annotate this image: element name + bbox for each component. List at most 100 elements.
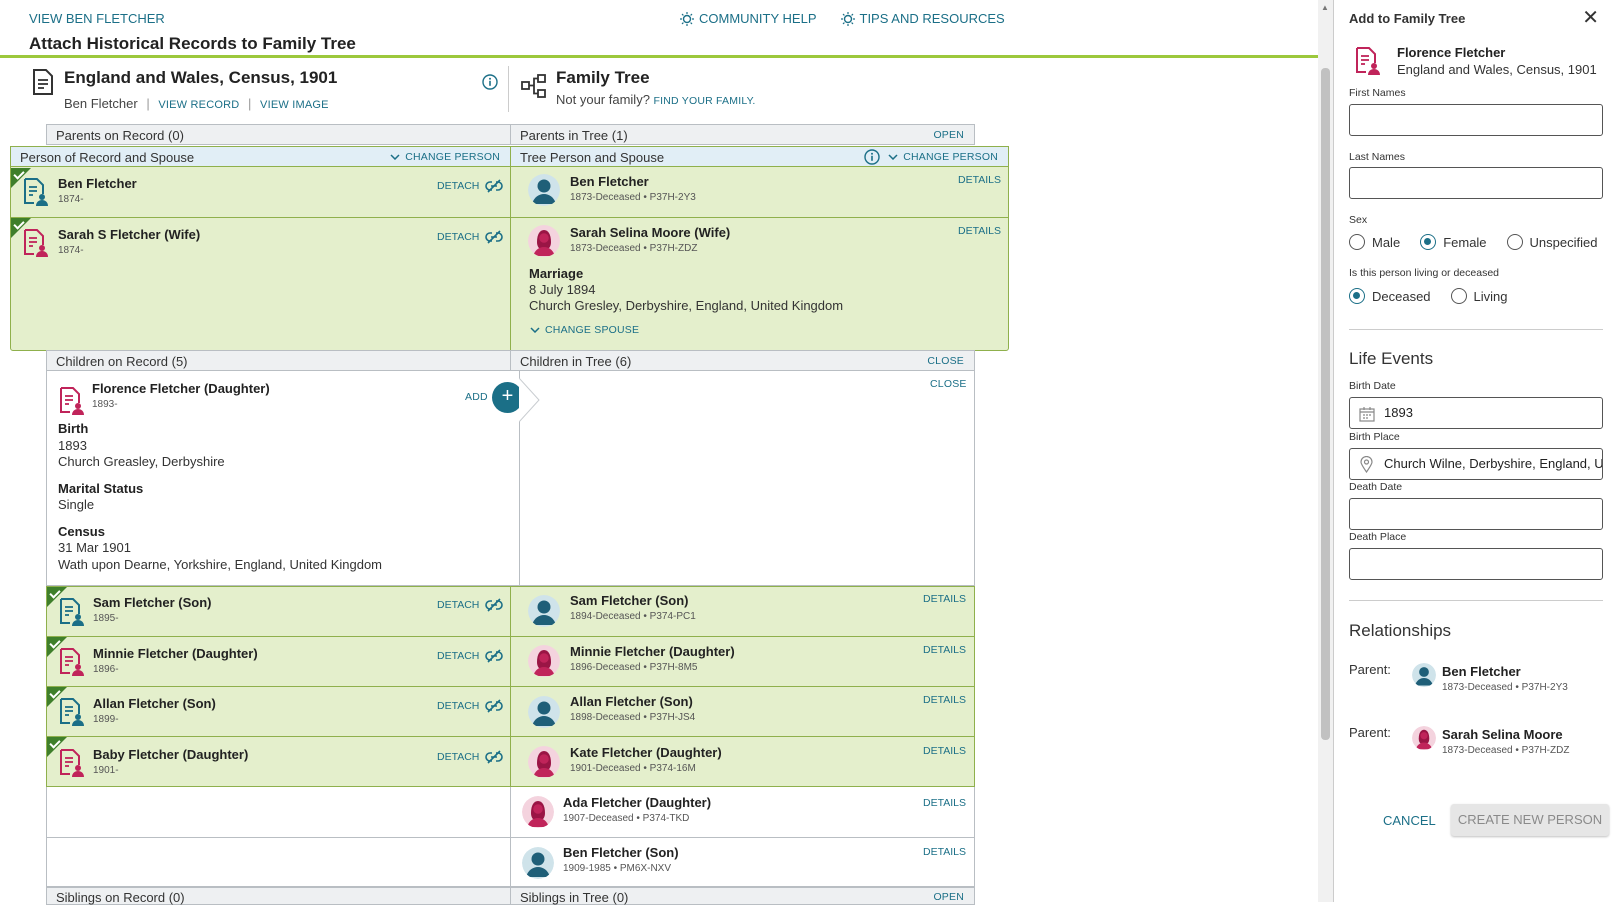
child-name: Sam Fletcher (Son)	[570, 593, 689, 608]
sex-unspecified-radio[interactable]: Unspecified	[1506, 234, 1597, 250]
record-child-row[interactable]: Baby Fletcher (Daughter) 1901-	[93, 747, 248, 776]
chevron-down-icon	[888, 154, 898, 160]
detach-button[interactable]: DETACH	[437, 179, 503, 193]
record-female-icon	[1354, 47, 1380, 75]
person-dates: 1893-	[92, 399, 118, 410]
sex-female-radio[interactable]: Female	[1420, 234, 1487, 250]
create-new-person-button[interactable]: CREATE NEW PERSON	[1451, 804, 1609, 836]
change-person-record-button[interactable]: CHANGE PERSON	[390, 151, 500, 163]
detach-button[interactable]: DETACH	[437, 750, 503, 764]
details-button[interactable]: DETAILS	[923, 644, 966, 656]
record-child-row[interactable]: Sam Fletcher (Son) 1895-	[93, 595, 211, 624]
child-dates: 1896-Deceased • P37H-8M5	[570, 662, 698, 673]
detach-label: DETACH	[437, 180, 480, 192]
child-name: Allan Fletcher (Son)	[93, 696, 216, 711]
birth-year: 1893	[58, 437, 87, 453]
details-button[interactable]: DETAILS	[958, 174, 1001, 186]
vertical-scrollbar[interactable]: ▲	[1318, 0, 1333, 902]
close-icon[interactable]: ✕	[1582, 5, 1599, 30]
tree-person-ben[interactable]: Ben Fletcher 1873-Deceased • P37H-2Y3	[570, 174, 696, 203]
community-help-link[interactable]: COMMUNITY HELP	[680, 11, 817, 26]
parents-open-button[interactable]: OPEN	[933, 129, 964, 141]
tree-person-sarah[interactable]: Sarah Selina Moore (Wife) 1873-Deceased …	[570, 225, 730, 254]
record-person-sarah[interactable]: Sarah S Fletcher (Wife) 1874-	[58, 227, 200, 256]
tips-resources-link[interactable]: TIPS AND RESOURCES	[841, 11, 1005, 26]
record-female-icon	[22, 229, 48, 257]
section-divider	[1349, 600, 1603, 601]
unlink-icon	[485, 649, 503, 663]
detach-button[interactable]: DETACH	[437, 230, 503, 244]
unlink-icon	[485, 230, 503, 244]
panel-person: Florence Fletcher England and Wales, Cen…	[1397, 45, 1597, 77]
child-name: Kate Fletcher (Daughter)	[570, 745, 722, 760]
radio-selected-icon	[1349, 288, 1365, 304]
parents-in-tree-label: Parents in Tree (1)	[520, 128, 628, 143]
record-person-ben[interactable]: Ben Fletcher 1874-	[58, 176, 137, 205]
row-divider	[46, 736, 975, 737]
tree-child-row[interactable]: Minnie Fletcher (Daughter) 1896-Deceased…	[570, 644, 735, 673]
death-place-input[interactable]	[1349, 548, 1603, 580]
birth-place-input[interactable]: Church Wilne, Derbyshire, England, U	[1349, 448, 1603, 480]
sex-male-radio[interactable]: Male	[1349, 234, 1400, 250]
details-button[interactable]: DETAILS	[923, 593, 966, 605]
find-your-family-link[interactable]: FIND YOUR FAMILY.	[654, 95, 756, 107]
marriage-date: 8 July 1894	[529, 282, 596, 297]
detach-button[interactable]: DETACH	[437, 699, 503, 713]
scrollbar-thumb[interactable]	[1321, 68, 1330, 740]
child-dates: 1909-1985 • PM6X-NXV	[563, 863, 672, 874]
view-image-link[interactable]: VIEW IMAGE	[260, 99, 329, 111]
female-avatar-icon	[528, 645, 560, 677]
census-place: Wath upon Dearne, Yorkshire, England, Un…	[58, 556, 382, 572]
details-button[interactable]: DETAILS	[923, 797, 966, 809]
details-button[interactable]: DETAILS	[923, 694, 966, 706]
record-female-icon	[58, 648, 84, 676]
person-name: Sarah Selina Moore (Wife)	[570, 225, 731, 240]
scroll-up-icon[interactable]: ▲	[1321, 3, 1329, 12]
record-person-florence[interactable]: Florence Fletcher (Daughter) 1893-	[92, 381, 270, 410]
florence-close-button[interactable]: CLOSE	[930, 378, 967, 390]
details-button[interactable]: DETAILS	[923, 745, 966, 757]
record-child-row[interactable]: Allan Fletcher (Son) 1899-	[93, 696, 216, 725]
birth-date-input[interactable]: 1893	[1349, 397, 1603, 429]
parents-on-record-header: Parents on Record (0)	[46, 124, 511, 145]
change-person-tree-button[interactable]: CHANGE PERSON	[888, 151, 998, 163]
radio-circle-icon	[1506, 234, 1523, 250]
birth-date-label: Birth Date	[1349, 380, 1396, 392]
person-name: Ben Fletcher	[58, 176, 137, 191]
record-child-row[interactable]: Minnie Fletcher (Daughter) 1896-	[93, 646, 258, 675]
child-dates: 1907-Deceased • P374-TKD	[563, 813, 690, 824]
tree-child-row[interactable]: Sam Fletcher (Son) 1894-Deceased • P374-…	[570, 593, 696, 622]
view-record-link[interactable]: VIEW RECORD	[158, 99, 239, 111]
cancel-button[interactable]: CANCEL	[1383, 813, 1436, 828]
detach-button[interactable]: DETACH	[437, 598, 503, 612]
deceased-radio[interactable]: Deceased	[1349, 288, 1431, 304]
siblings-in-tree-header: Siblings in Tree (0) OPEN	[510, 887, 975, 905]
tree-child-row[interactable]: Kate Fletcher (Daughter) 1901-Deceased •…	[570, 745, 722, 774]
birth-date-value: 1893	[1384, 405, 1413, 420]
parent-name: Sarah Selina Moore	[1442, 727, 1563, 742]
child-dates: 1901-Deceased • P374-16M	[570, 763, 696, 774]
add-label[interactable]: ADD	[465, 391, 488, 403]
children-in-tree-label: Children in Tree (6)	[520, 354, 632, 369]
tree-child-row[interactable]: Allan Fletcher (Son) 1898-Deceased • P37…	[570, 694, 695, 723]
death-date-label: Death Date	[1349, 481, 1403, 493]
tree-child-row[interactable]: Ada Fletcher (Daughter) 1907-Deceased • …	[563, 795, 711, 824]
living-radio[interactable]: Living	[1450, 288, 1508, 304]
details-button[interactable]: DETAILS	[958, 225, 1001, 237]
tree-child-row[interactable]: Ben Fletcher (Son) 1909-1985 • PM6X-NXV	[563, 845, 679, 874]
info-icon[interactable]	[864, 149, 880, 165]
last-names-input[interactable]	[1349, 167, 1603, 199]
info-icon[interactable]	[482, 74, 498, 90]
parent-dates: 1873-Deceased • P37H-2Y3	[1442, 682, 1568, 693]
death-date-input[interactable]	[1349, 498, 1603, 530]
child-dates: 1894-Deceased • P374-PC1	[570, 611, 696, 622]
children-close-button[interactable]: CLOSE	[927, 355, 964, 367]
change-spouse-button[interactable]: CHANGE SPOUSE	[530, 324, 639, 336]
detach-button[interactable]: DETACH	[437, 649, 503, 663]
child-name: Ben Fletcher (Son)	[563, 845, 679, 860]
view-person-link[interactable]: VIEW BEN FLETCHER	[29, 11, 165, 26]
first-names-input[interactable]	[1349, 104, 1603, 136]
siblings-open-button[interactable]: OPEN	[933, 891, 964, 903]
details-button[interactable]: DETAILS	[923, 846, 966, 858]
document-icon	[33, 69, 53, 95]
